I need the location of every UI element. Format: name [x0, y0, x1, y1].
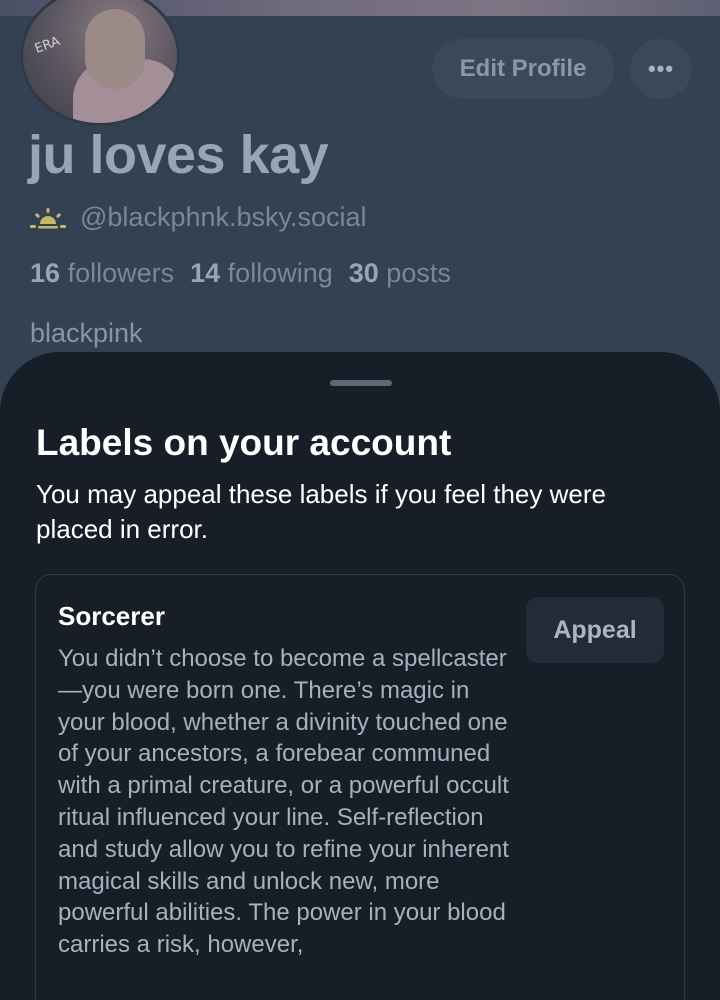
handle-row: @blackphnk.bsky.social [30, 202, 367, 233]
followers-count: 16 [30, 258, 61, 288]
posts-label: posts [386, 258, 451, 288]
following-label: following [227, 258, 333, 288]
followers-label: followers [67, 258, 175, 288]
sheet-title: Labels on your account [36, 422, 452, 463]
following-stat[interactable]: 14 following [190, 258, 333, 289]
followers-stat[interactable]: 16 followers [30, 258, 174, 289]
avatar[interactable]: ERA [20, 0, 180, 126]
posts-stat: 30 posts [349, 258, 451, 289]
profile-stats: 16 followers 14 following 30 posts [30, 258, 451, 289]
label-card: Sorcerer Appeal You didn’t choose to bec… [35, 574, 685, 1000]
appeal-button[interactable]: Appeal [526, 597, 664, 663]
sun-icon [30, 207, 66, 228]
more-icon: ••• [647, 56, 675, 81]
following-count: 14 [190, 258, 221, 288]
posts-count: 30 [348, 258, 379, 288]
sheet-drag-handle[interactable] [330, 380, 392, 386]
profile-handle[interactable]: @blackphnk.bsky.social [80, 202, 367, 233]
more-options-button[interactable]: ••• [630, 39, 692, 99]
display-name: ju loves kay [28, 125, 329, 185]
labels-bottom-sheet: Labels on your account You may appeal th… [0, 352, 720, 1000]
label-name: Sorcerer [58, 601, 165, 631]
label-description: You didn’t choose to become a spellcaste… [58, 645, 509, 959]
profile-bio: blackpink [30, 318, 143, 348]
edit-profile-button[interactable]: Edit Profile [432, 39, 614, 99]
sheet-description: You may appeal these labels if you feel … [36, 479, 606, 544]
